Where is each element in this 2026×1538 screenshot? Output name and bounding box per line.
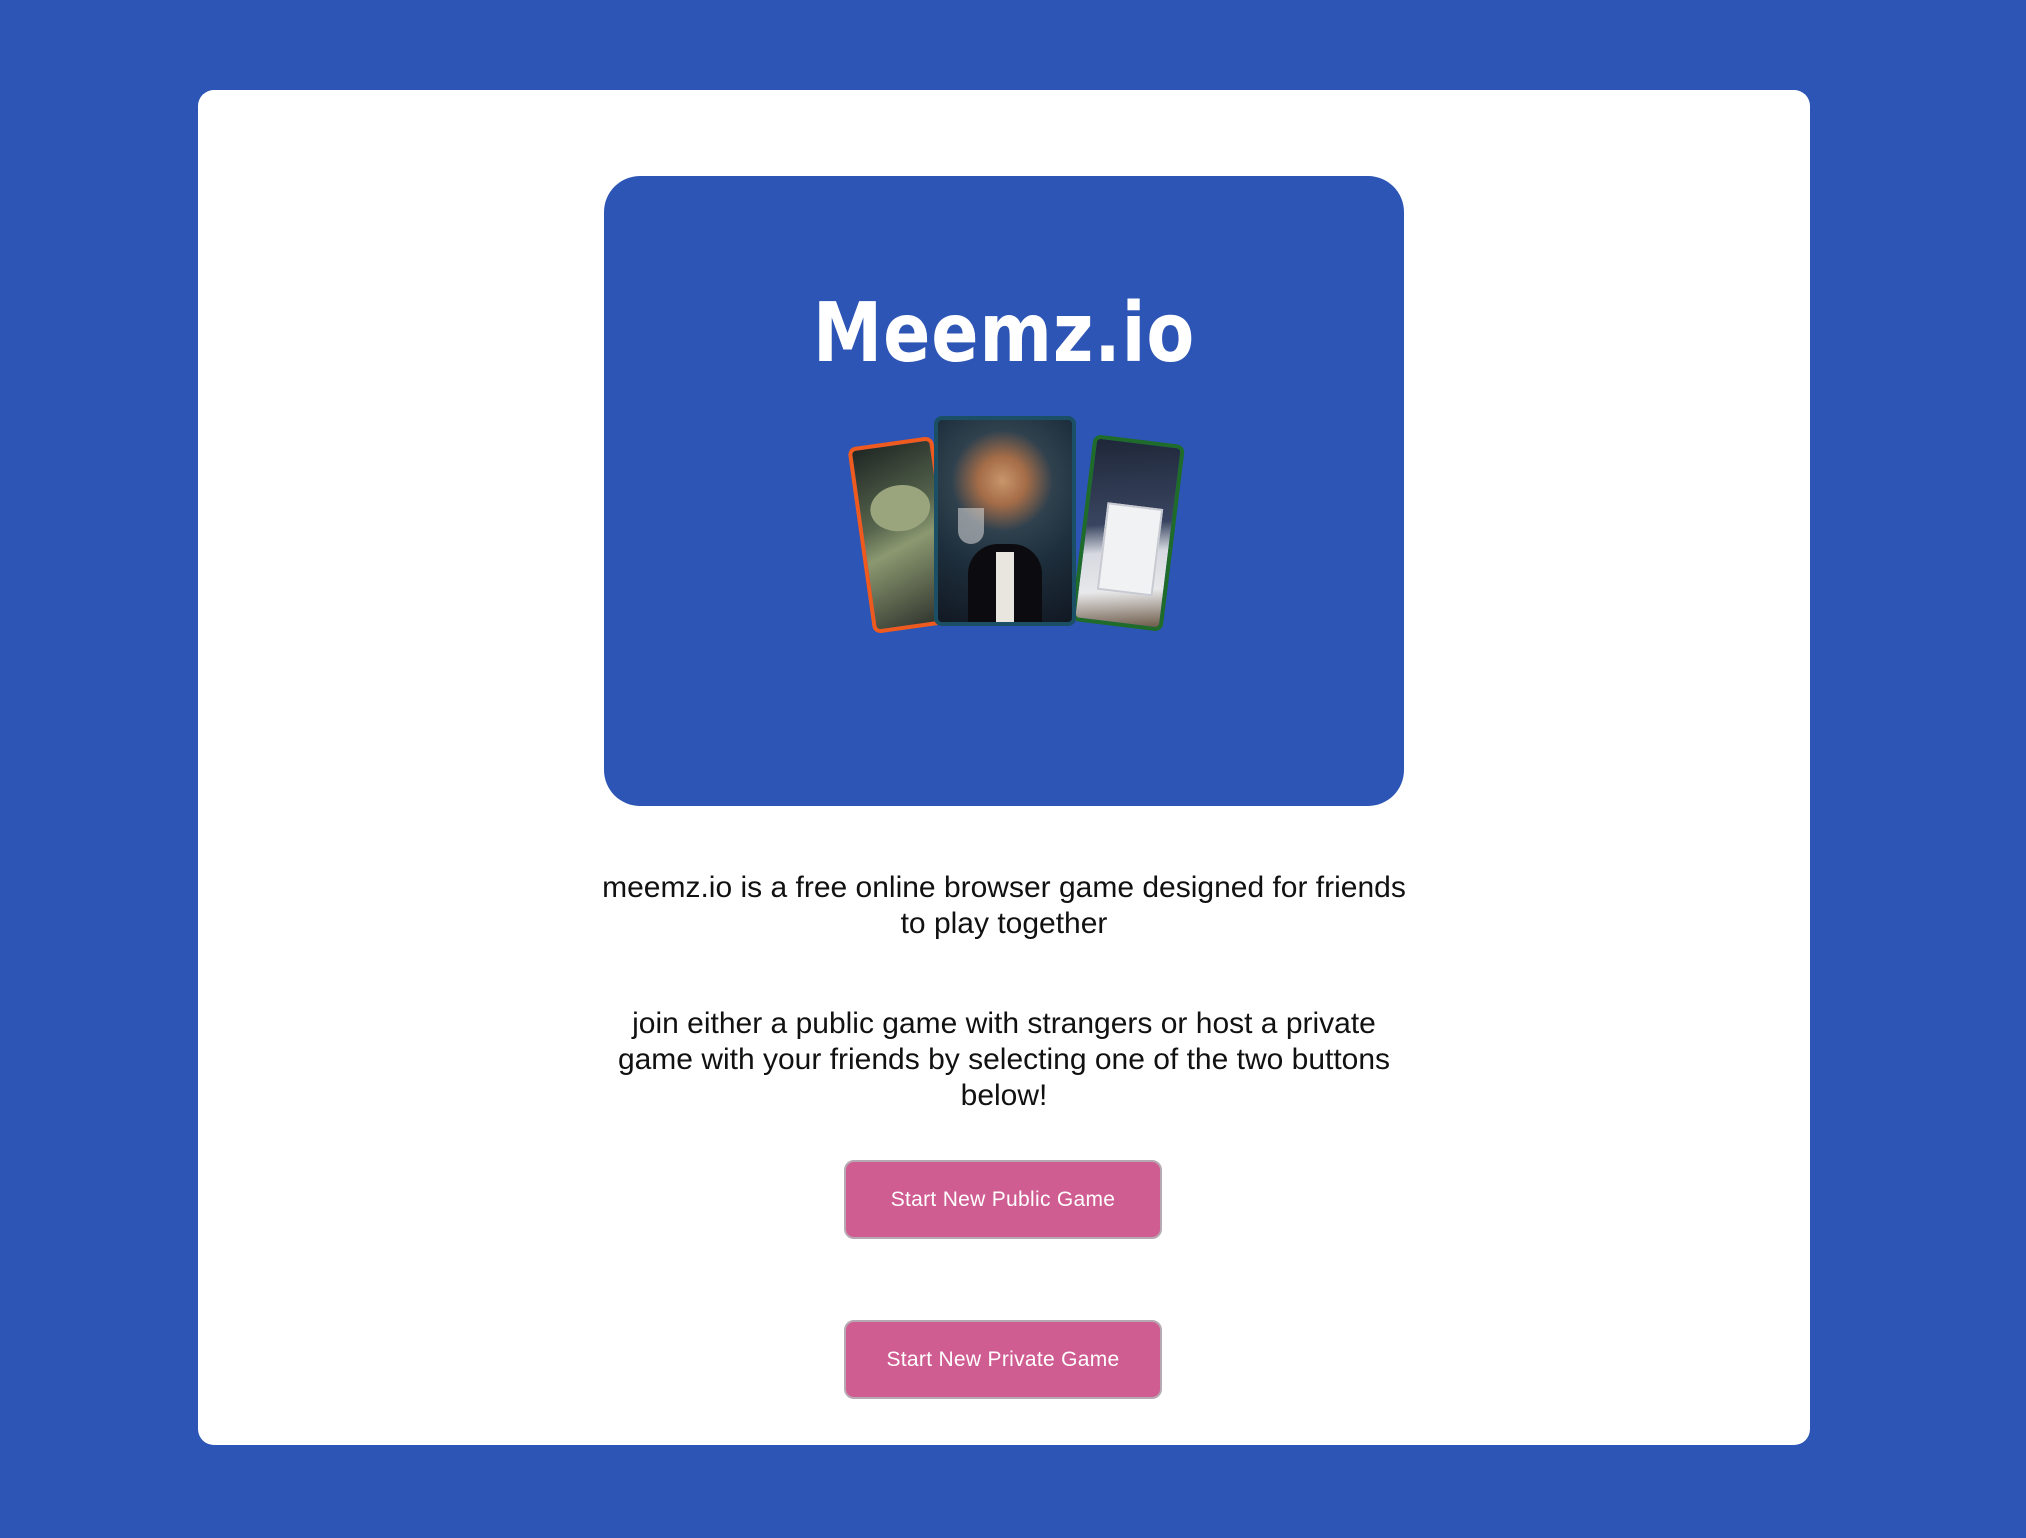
document-figure: [1096, 502, 1164, 597]
meme-card-toast: [934, 416, 1076, 626]
shirt-figure: [996, 552, 1014, 622]
logo-text: Meemz.io: [812, 286, 1196, 381]
meme-card-document: [1070, 434, 1186, 632]
main-card: Meemz.io meemz.io is a free online brows…: [198, 90, 1810, 1445]
hero-banner: Meemz.io: [604, 176, 1404, 806]
start-public-game-button[interactable]: Start New Public Game: [844, 1160, 1162, 1239]
intro-text: meemz.io is a free online browser game d…: [602, 871, 1406, 940]
glass-figure: [958, 508, 984, 544]
yoda-figure: [867, 481, 934, 536]
instructions-text: join either a public game with strangers…: [617, 1007, 1391, 1112]
start-private-game-button[interactable]: Start New Private Game: [844, 1320, 1162, 1399]
